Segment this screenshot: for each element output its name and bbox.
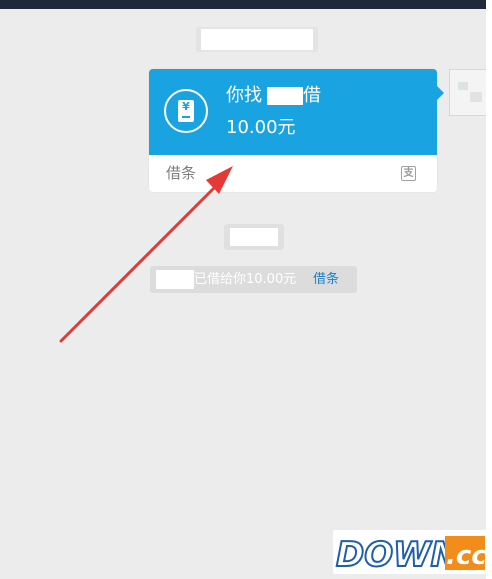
annotation-arrow bbox=[59, 166, 233, 343]
watermark-suffix: .cc bbox=[446, 541, 487, 571]
watermark-text: DOWN bbox=[336, 535, 459, 574]
watermark-logo: DOWN .cc bbox=[333, 530, 487, 574]
chat-screen: ¥ 你找 借 10.00元 借条 支 已借给你10.00元 借条 bbox=[0, 0, 486, 579]
